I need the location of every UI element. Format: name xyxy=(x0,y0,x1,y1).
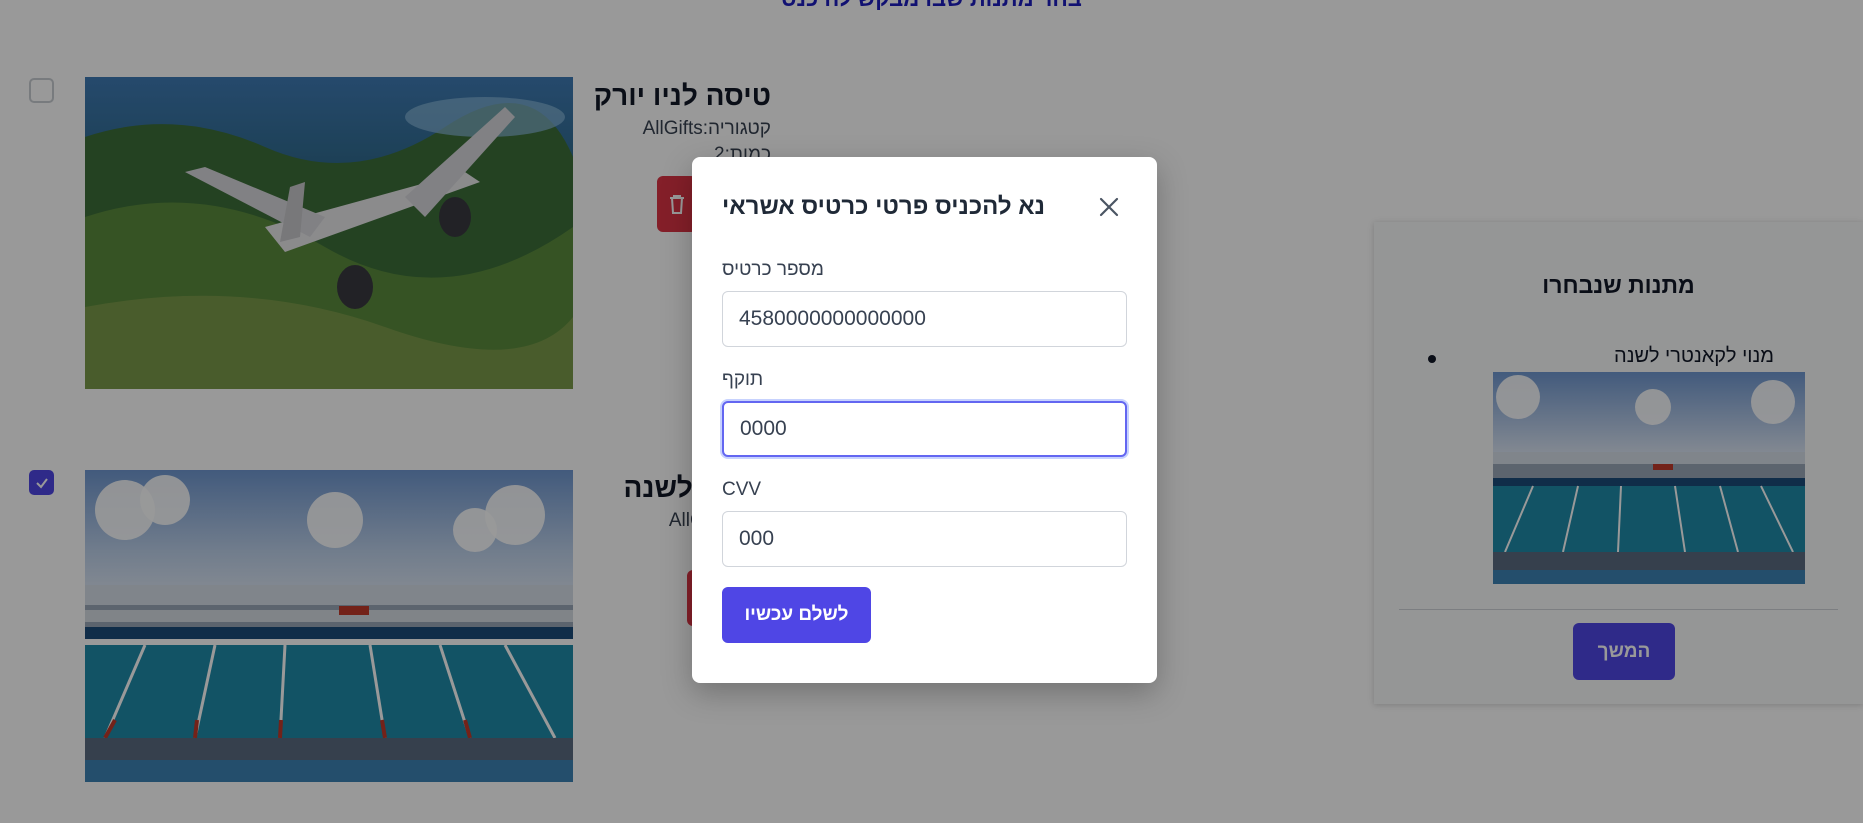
modal-title: נא להכניס פרטי כרטיס אשראי xyxy=(722,193,1046,220)
close-icon xyxy=(1099,197,1119,217)
card-number-label: מספר כרטיס xyxy=(722,259,824,280)
pay-now-button[interactable]: לשלם עכשיו xyxy=(722,587,871,643)
cvv-label: CVV xyxy=(722,479,762,500)
card-number-input[interactable] xyxy=(722,291,1127,347)
expiry-label: תוקף xyxy=(722,369,764,390)
cvv-input[interactable] xyxy=(722,511,1127,567)
close-button[interactable] xyxy=(1094,192,1124,222)
gift-selection-page: בחר מתנות שבו מבקש להיכנס xyxy=(0,0,1863,823)
credit-card-modal: נא להכניס פרטי כרטיס אשראי מספר כרטיס תו… xyxy=(692,157,1157,683)
expiry-input[interactable] xyxy=(722,401,1127,457)
